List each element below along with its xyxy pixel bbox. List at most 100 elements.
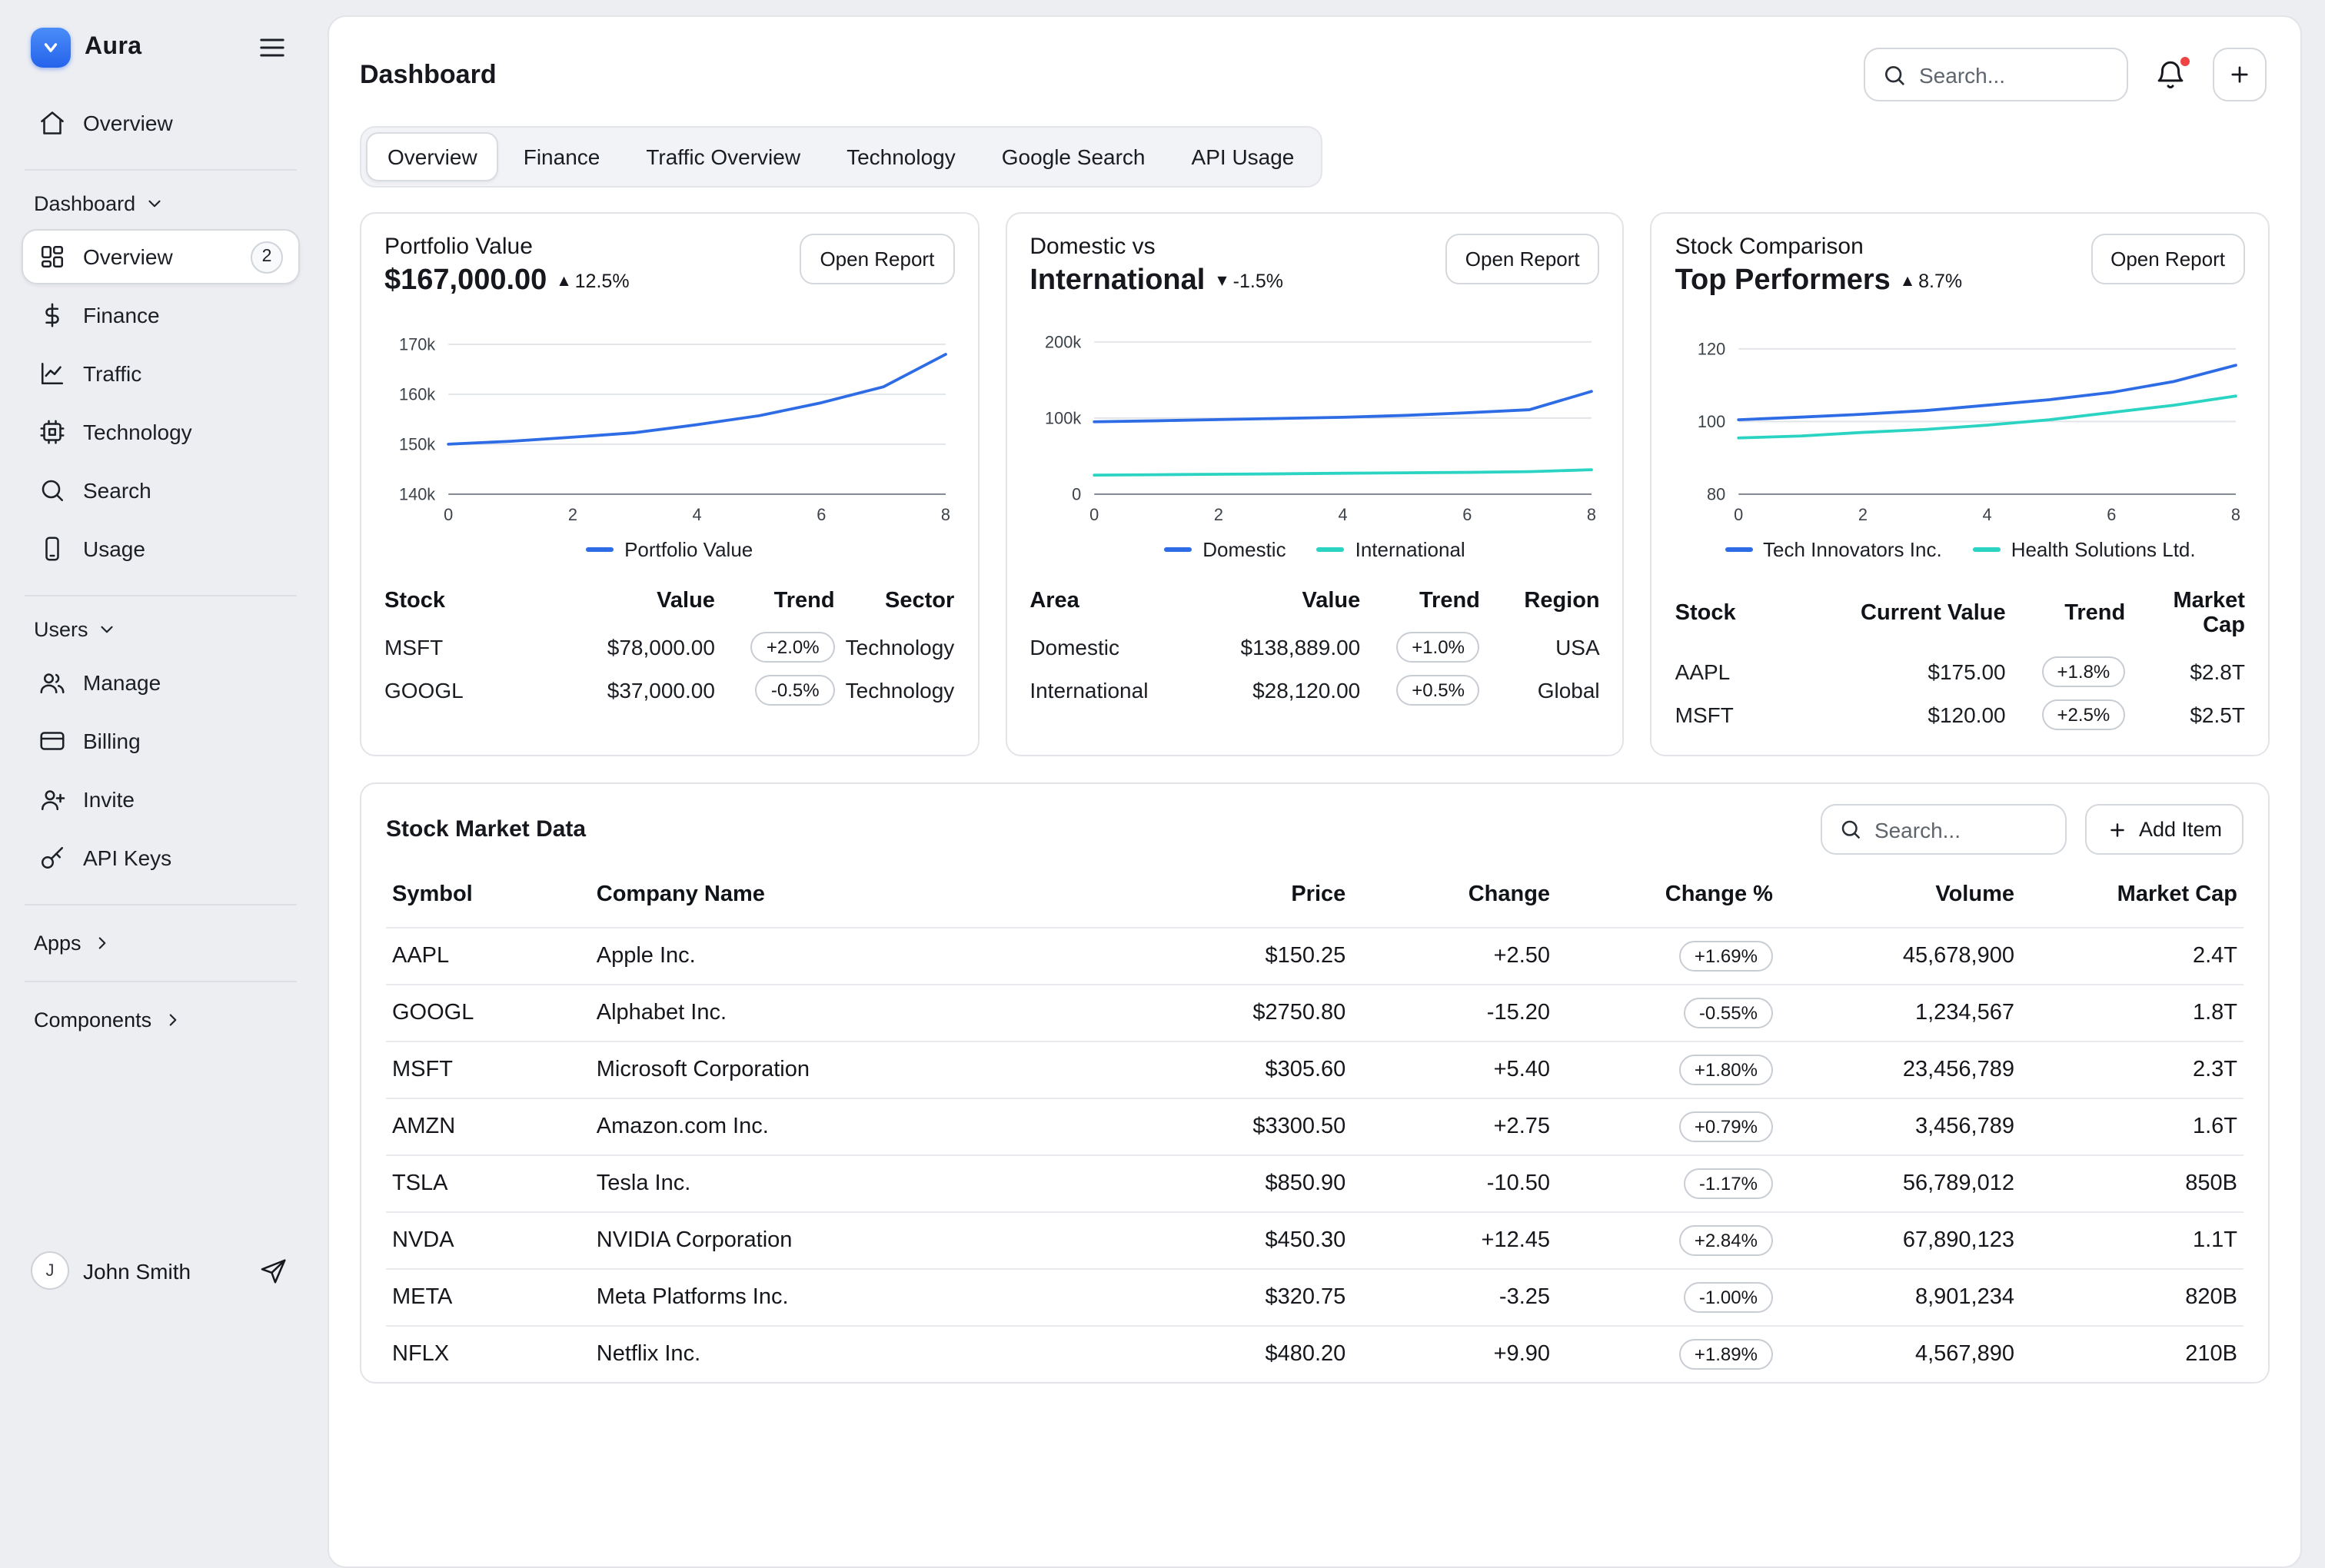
svg-text:170k: 170k bbox=[399, 334, 435, 354]
aura-logo-icon bbox=[31, 28, 71, 68]
card-table-row: GOOGL$37,000.00-0.5%Technology bbox=[384, 669, 954, 712]
market-cell: $850.90 bbox=[1129, 1155, 1352, 1212]
sidebar-item-overview-top[interactable]: Overview bbox=[22, 95, 300, 151]
open-report-button[interactable]: Open Report bbox=[1445, 234, 1600, 284]
market-cell: +1.69% bbox=[1556, 928, 1779, 985]
sidebar-item-finance[interactable]: Finance bbox=[22, 287, 300, 343]
card-table-cell: -0.5% bbox=[715, 669, 835, 712]
users-icon bbox=[38, 669, 66, 696]
send-icon[interactable] bbox=[257, 1254, 291, 1287]
add-item-button[interactable]: Add Item bbox=[2085, 804, 2244, 855]
search-icon bbox=[1839, 818, 1862, 841]
market-cell: 210B bbox=[2021, 1326, 2244, 1382]
card-table-row: AAPL$175.00+1.8%$2.8T bbox=[1675, 650, 2245, 693]
card-subtitle: Domestic vs bbox=[1029, 234, 1283, 260]
market-search-input[interactable] bbox=[1874, 817, 2048, 842]
card-icon bbox=[38, 727, 66, 755]
sidebar-group-components[interactable]: Components bbox=[22, 998, 300, 1042]
chart-legend: DomesticInternational bbox=[1029, 538, 1599, 561]
add-button[interactable] bbox=[2213, 48, 2267, 101]
tab-technology[interactable]: Technology bbox=[825, 132, 977, 181]
market-cell: -10.50 bbox=[1352, 1155, 1556, 1212]
svg-text:0: 0 bbox=[1089, 505, 1098, 524]
sidebar-item-search[interactable]: Search bbox=[22, 463, 300, 518]
legend-label: Portfolio Value bbox=[624, 538, 753, 561]
tab-bar: OverviewFinanceTraffic OverviewTechnolog… bbox=[360, 126, 1322, 188]
avatar: J bbox=[31, 1251, 69, 1290]
card-table-cell: Technology bbox=[835, 626, 955, 669]
svg-text:80: 80 bbox=[1708, 484, 1726, 503]
sidebar-group-apps[interactable]: Apps bbox=[22, 921, 300, 965]
stat-card: Portfolio Value$167,000.00▲12.5%Open Rep… bbox=[360, 212, 979, 756]
sidebar-item-manage[interactable]: Manage bbox=[22, 655, 300, 710]
add-item-label: Add Item bbox=[2139, 818, 2222, 841]
market-column-header: Price bbox=[1129, 870, 1352, 928]
svg-text:6: 6 bbox=[817, 505, 826, 524]
market-cell: NFLX bbox=[386, 1326, 590, 1382]
change-percent-pill: +1.80% bbox=[1679, 1055, 1773, 1085]
divider bbox=[25, 169, 297, 171]
sidebar-item-billing[interactable]: Billing bbox=[22, 713, 300, 769]
market-column-header: Symbol bbox=[386, 870, 590, 928]
open-report-button[interactable]: Open Report bbox=[800, 234, 954, 284]
tab-overview[interactable]: Overview bbox=[366, 132, 499, 181]
user-profile-row[interactable]: J John Smith bbox=[22, 1245, 300, 1296]
change-percent-pill: -1.00% bbox=[1684, 1282, 1773, 1313]
menu-icon[interactable] bbox=[254, 29, 291, 66]
svg-text:150k: 150k bbox=[399, 434, 435, 453]
svg-text:120: 120 bbox=[1698, 339, 1726, 358]
sidebar-item-usage[interactable]: Usage bbox=[22, 521, 300, 576]
change-percent-pill: +1.89% bbox=[1679, 1339, 1773, 1370]
stat-cards-row: Portfolio Value$167,000.00▲12.5%Open Rep… bbox=[329, 188, 2300, 756]
svg-text:0: 0 bbox=[444, 505, 453, 524]
sidebar-group-dashboard[interactable]: Dashboard bbox=[22, 186, 300, 229]
market-column-header: Change % bbox=[1556, 870, 1779, 928]
trend-pill: +1.8% bbox=[2042, 656, 2126, 687]
sidebar-item-invite[interactable]: Invite bbox=[22, 772, 300, 827]
stat-card: Stock ComparisonTop Performers▲8.7%Open … bbox=[1651, 212, 2270, 756]
table-row: GOOGLAlphabet Inc.$2750.80-15.20-0.55%1,… bbox=[386, 985, 2244, 1041]
tab-traffic-overview[interactable]: Traffic Overview bbox=[624, 132, 822, 181]
market-cell: +1.89% bbox=[1556, 1326, 1779, 1382]
sidebar-item-technology[interactable]: Technology bbox=[22, 404, 300, 460]
card-table-header: Value bbox=[1172, 583, 1361, 626]
market-cell: 56,789,012 bbox=[1779, 1155, 2021, 1212]
open-report-button[interactable]: Open Report bbox=[2091, 234, 2245, 284]
market-column-header: Company Name bbox=[590, 870, 1129, 928]
market-cell: +5.40 bbox=[1352, 1041, 1556, 1098]
tab-finance[interactable]: Finance bbox=[502, 132, 622, 181]
card-table-cell: $138,889.00 bbox=[1172, 626, 1361, 669]
card-table-header: Trend bbox=[1360, 583, 1480, 626]
market-cell: +0.79% bbox=[1556, 1098, 1779, 1155]
card-table-cell: +2.0% bbox=[715, 626, 835, 669]
market-cell: 4,567,890 bbox=[1779, 1326, 2021, 1382]
search-input[interactable] bbox=[1919, 62, 2110, 87]
sidebar-item-api-keys[interactable]: API Keys bbox=[22, 830, 300, 885]
legend-item: Portfolio Value bbox=[586, 538, 753, 561]
app-root: Aura Overview Dashboard Overview2Finance… bbox=[0, 0, 2325, 1317]
chart-legend: Portfolio Value bbox=[384, 538, 954, 561]
sidebar-users-items: ManageBillingInviteAPI Keys bbox=[22, 655, 300, 889]
notifications-bell-icon[interactable] bbox=[2151, 55, 2190, 94]
group-label-text: Components bbox=[34, 1008, 151, 1031]
market-cell: 3,456,789 bbox=[1779, 1098, 2021, 1155]
change-percent-pill: +2.84% bbox=[1679, 1225, 1773, 1256]
legend-label: Health Solutions Ltd. bbox=[2011, 538, 2196, 561]
sidebar-item-overview[interactable]: Overview2 bbox=[22, 229, 300, 284]
svg-text:2: 2 bbox=[1859, 505, 1868, 524]
legend-label: Tech Innovators Inc. bbox=[1763, 538, 1942, 561]
tab-google-search[interactable]: Google Search bbox=[980, 132, 1167, 181]
market-title: Stock Market Data bbox=[386, 816, 586, 842]
global-search-box bbox=[1864, 48, 2128, 101]
sidebar-group-users[interactable]: Users bbox=[22, 612, 300, 655]
sidebar-item-traffic[interactable]: Traffic bbox=[22, 346, 300, 401]
svg-text:8: 8 bbox=[941, 505, 950, 524]
market-cell: $150.25 bbox=[1129, 928, 1352, 985]
market-cell: +2.75 bbox=[1352, 1098, 1556, 1155]
tab-api-usage[interactable]: API Usage bbox=[1170, 132, 1316, 181]
market-search-box bbox=[1821, 804, 2067, 855]
market-actions: Add Item bbox=[1821, 804, 2244, 855]
legend-item: Domestic bbox=[1164, 538, 1286, 561]
legend-swatch bbox=[586, 547, 614, 552]
market-cell: Apple Inc. bbox=[590, 928, 1129, 985]
